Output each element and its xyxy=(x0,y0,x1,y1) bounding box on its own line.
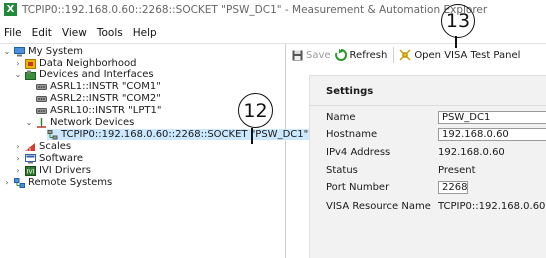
tree-item-tcpip-psw-dc1[interactable]: TCPIP0::192.168.0.60::2268::SOCKET "PSW_… xyxy=(47,129,312,140)
visa-resource-value: TCPIP0::192.168.0.60::2268 xyxy=(438,200,546,212)
tree-label: Scales xyxy=(39,141,72,152)
tree-label: Network Devices xyxy=(50,117,135,128)
tree-item-remote-systems[interactable]: › Remote Systems xyxy=(3,177,112,188)
hostname-label: Hostname xyxy=(326,128,378,140)
settings-title: Settings xyxy=(326,86,374,97)
callout-12: 12 xyxy=(238,93,273,128)
open-visa-test-panel-button[interactable]: Open VISA Test Panel xyxy=(399,49,520,61)
open-visa-label: Open VISA Test Panel xyxy=(414,49,521,61)
tree-item-asrl10[interactable]: ASRL10::INSTR "LPT1" xyxy=(36,105,161,116)
computer-icon xyxy=(14,46,25,57)
refresh-icon xyxy=(334,49,347,61)
toolbar-divider xyxy=(393,47,395,63)
tree-item-my-system[interactable]: ⌄ My System xyxy=(3,46,83,57)
name-label: Name xyxy=(326,111,356,123)
tree-item-network-devices[interactable]: ⌄ Network Devices xyxy=(25,117,135,128)
tree-label: ASRL1::INSTR "COM1" xyxy=(50,81,161,92)
hostname-field[interactable]: 192.168.0.60 xyxy=(438,128,546,141)
menu-file[interactable]: File xyxy=(4,27,22,39)
status-label: Status xyxy=(326,164,358,176)
menu-help[interactable]: Help xyxy=(133,27,157,39)
port-number-field[interactable]: 2268 xyxy=(438,181,468,194)
chevron-right-icon[interactable]: › xyxy=(14,58,22,69)
refresh-button[interactable]: Refresh xyxy=(334,49,388,61)
tree-label: IVI Drivers xyxy=(39,165,91,176)
menu-edit[interactable]: Edit xyxy=(32,27,52,39)
toolbar: Save Refresh Open VISA Test Panel xyxy=(292,46,524,64)
tree-item-scales[interactable]: › Scales xyxy=(14,141,71,152)
save-icon xyxy=(292,50,303,61)
tree-item-asrl2[interactable]: ASRL2::INSTR "COM2" xyxy=(36,93,161,104)
tree-item-asrl1[interactable]: ASRL1::INSTR "COM1" xyxy=(36,81,161,92)
remote-systems-icon xyxy=(14,177,25,188)
tree-label: ASRL10::INSTR "LPT1" xyxy=(50,105,162,116)
serial-port-icon xyxy=(36,82,47,92)
tree-label: Devices and Interfaces xyxy=(39,69,154,80)
tree-label: Remote Systems xyxy=(28,177,113,188)
save-button[interactable]: Save xyxy=(292,50,331,61)
callout-13: 13 xyxy=(441,4,475,38)
refresh-label: Refresh xyxy=(349,49,388,61)
scales-icon xyxy=(25,142,36,152)
menu-tools[interactable]: Tools xyxy=(97,27,123,39)
ivi-drivers-icon: IVI xyxy=(25,165,36,176)
mae-window: X TCPIP0::192.168.0.60::2268::SOCKET "PS… xyxy=(0,0,546,258)
callout-12-leader xyxy=(251,128,253,144)
tree-item-software[interactable]: › Software xyxy=(14,153,83,164)
window-title: TCPIP0::192.168.0.60::2268::SOCKET "PSW_… xyxy=(22,3,488,16)
serial-port-icon xyxy=(36,94,47,104)
save-label: Save xyxy=(306,49,331,61)
ipv4-label: IPv4 Address xyxy=(326,146,391,158)
network-instrument-icon xyxy=(47,129,58,140)
tree-item-devices-and-interfaces[interactable]: ⌄ Devices and Interfaces xyxy=(14,69,154,80)
tree-item-data-neighborhood[interactable]: › Data Neighborhood xyxy=(14,58,136,69)
svg-text:IVI: IVI xyxy=(27,168,35,175)
configuration-tree: ⌄ My System › Data Neighborhood ⌄ Device… xyxy=(0,44,312,258)
visa-resource-label: VISA Resource Name xyxy=(326,200,431,212)
tree-label: ASRL2::INSTR "COM2" xyxy=(50,93,161,104)
chevron-down-icon[interactable]: ⌄ xyxy=(14,69,22,80)
tree-label: Data Neighborhood xyxy=(39,58,137,69)
ipv4-value: 192.168.0.60 xyxy=(438,146,505,158)
menu-bar: File Edit View Tools Help xyxy=(0,25,163,41)
tree-label: My System xyxy=(28,46,84,57)
devices-icon xyxy=(25,70,36,80)
tree-label: TCPIP0::192.168.0.60::2268::SOCKET "PSW_… xyxy=(61,129,309,140)
port-number-label: Port Number xyxy=(326,181,390,193)
tree-item-ivi-drivers[interactable]: › IVI IVI Drivers xyxy=(14,165,91,176)
software-icon xyxy=(25,153,36,164)
network-icon xyxy=(36,117,47,128)
tree-label: Software xyxy=(39,153,84,164)
test-panel-icon xyxy=(399,49,411,61)
settings-panel: Settings Name PSW_DC1 Hostname 192.168.0… xyxy=(309,75,546,258)
chevron-right-icon[interactable]: › xyxy=(14,141,22,152)
chevron-right-icon[interactable]: › xyxy=(3,177,11,188)
data-neighborhood-icon xyxy=(25,58,36,69)
serial-port-icon xyxy=(36,106,47,116)
status-value: Present xyxy=(438,164,476,176)
app-icon: X xyxy=(4,3,17,16)
menu-view[interactable]: View xyxy=(62,27,87,39)
chevron-right-icon[interactable]: › xyxy=(14,165,22,176)
chevron-down-icon[interactable]: ⌄ xyxy=(25,117,33,128)
chevron-down-icon[interactable]: ⌄ xyxy=(3,46,11,57)
chevron-right-icon[interactable]: › xyxy=(14,153,22,164)
name-field[interactable]: PSW_DC1 xyxy=(438,111,546,124)
settings-divider xyxy=(310,105,546,106)
